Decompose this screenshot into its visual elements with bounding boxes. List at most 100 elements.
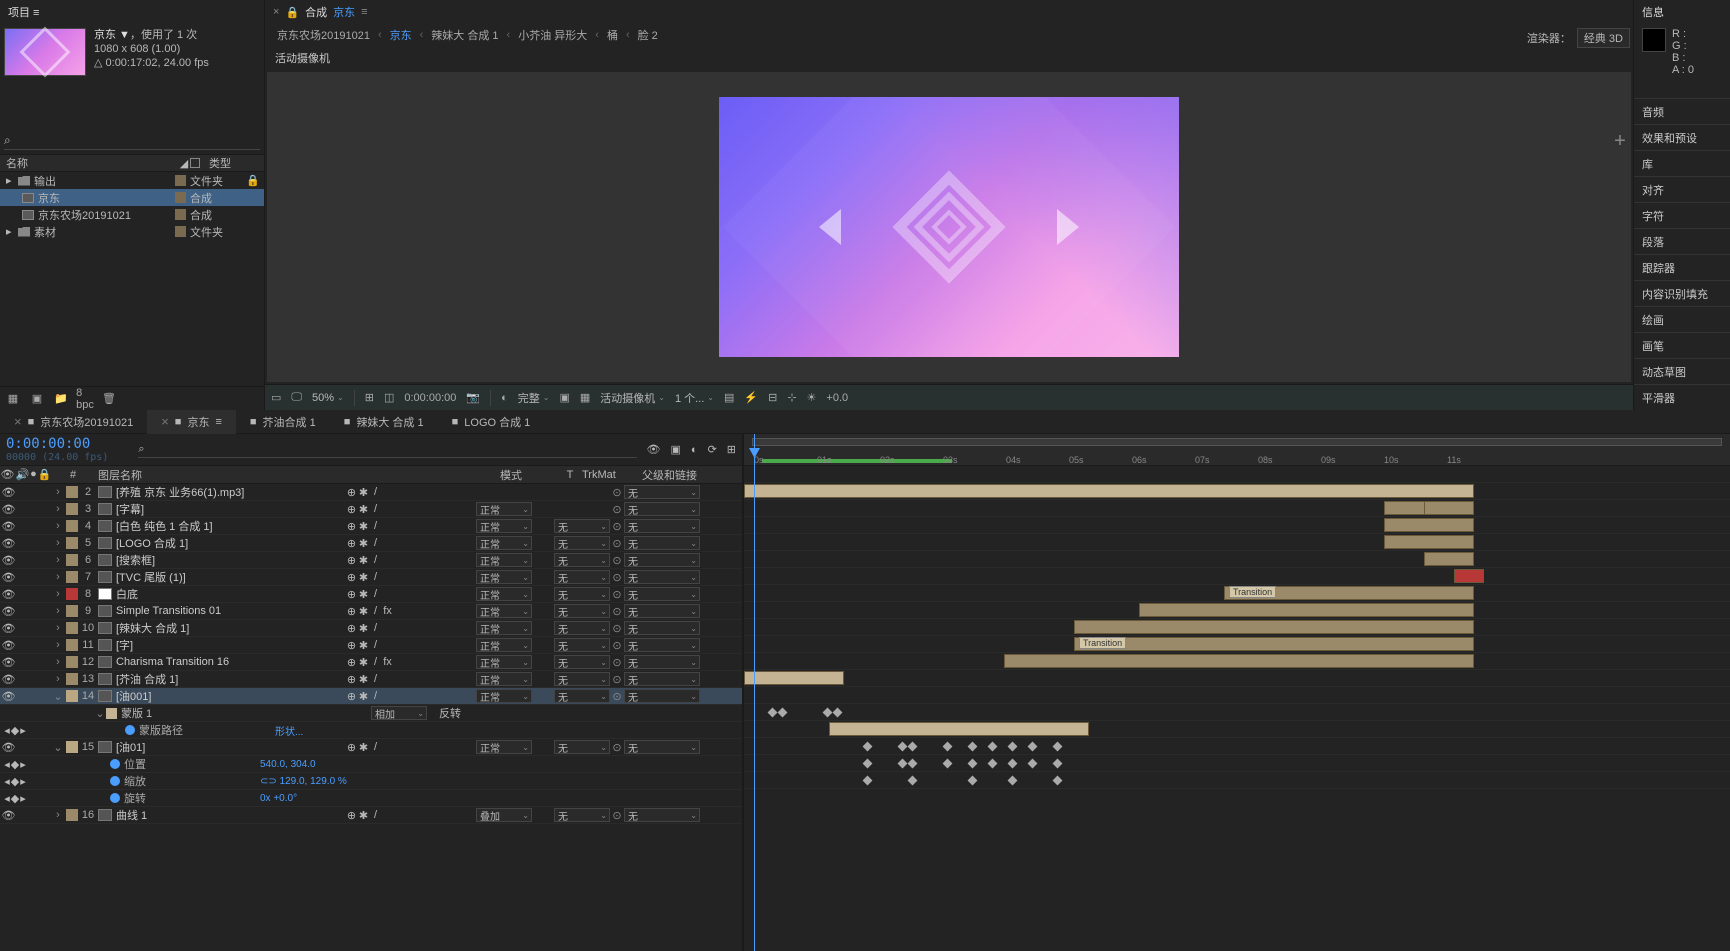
layer-row[interactable]: 👁›9Simple Transitions 01⊕✱/fx正常⌄无⌄⊙无⌄ — [0, 603, 742, 620]
mode-dropdown[interactable]: 正常⌄ — [476, 740, 532, 754]
parent-dropdown[interactable]: 无⌄ — [624, 604, 700, 618]
timeline-tab[interactable]: ■LOGO 合成 1 — [438, 410, 545, 434]
expand-icon[interactable]: › — [52, 622, 64, 634]
pickwhip-icon[interactable]: ⊙ — [610, 690, 624, 703]
layer-row[interactable]: 👁›13[芥油 合成 1]⊕✱/正常⌄无⌄⊙无⌄ — [0, 671, 742, 688]
layer-row[interactable]: 👁›8白底⊕✱/正常⌄无⌄⊙无⌄ — [0, 586, 742, 603]
layer-name[interactable]: [LOGO 合成 1] — [114, 535, 346, 551]
snapshot-icon[interactable]: 📷 — [466, 391, 480, 404]
layer-marker[interactable]: Transition — [1079, 637, 1126, 649]
mask-row[interactable]: ⌄蒙版 1相加⌄反转 — [0, 705, 742, 722]
property-row[interactable]: ◂◆▸旋转0x +0.0° — [0, 790, 742, 807]
layer-clip[interactable] — [1424, 501, 1474, 515]
timeline-tab[interactable]: ×■京东≡ — [147, 410, 236, 434]
project-search[interactable]: ⌕ — [4, 132, 260, 150]
mode-dropdown[interactable]: 正常⌄ — [476, 553, 532, 567]
pickwhip-icon[interactable]: ⊙ — [610, 503, 624, 516]
track[interactable] — [744, 483, 1730, 500]
lock-icon[interactable]: 🔒 — [38, 468, 52, 481]
transparency-icon[interactable]: ▦ — [580, 391, 590, 404]
trkmat-dropdown[interactable]: 无⌄ — [554, 553, 610, 567]
expand-icon[interactable]: › — [52, 503, 64, 515]
keyframe[interactable] — [943, 742, 953, 752]
parent-dropdown[interactable]: 无⌄ — [624, 621, 700, 635]
column-layer-name[interactable]: 图层名称 — [94, 467, 366, 483]
keyframe[interactable] — [778, 708, 788, 718]
property-row[interactable]: ◂◆▸位置540.0, 304.0 — [0, 756, 742, 773]
close-icon[interactable]: × — [273, 6, 279, 18]
breadcrumb-item[interactable]: 脸 2 — [638, 27, 658, 43]
trkmat-dropdown[interactable]: 无⌄ — [554, 536, 610, 550]
label-color[interactable] — [66, 554, 78, 566]
mode-dropdown[interactable]: 正常⌄ — [476, 672, 532, 686]
pickwhip-icon[interactable]: ⊙ — [610, 656, 624, 669]
pickwhip-icon[interactable]: ⊙ — [610, 554, 624, 567]
parent-dropdown[interactable]: 无⌄ — [624, 519, 700, 533]
project-tab[interactable]: 项目 ≡ — [0, 0, 264, 24]
exposure-icon[interactable]: ☀ — [807, 391, 817, 404]
expand-icon[interactable]: › — [52, 486, 64, 498]
expand-icon[interactable]: › — [52, 520, 64, 532]
trash-icon[interactable]: 🗑 — [102, 392, 116, 406]
mode-dropdown[interactable]: 正常⌄ — [476, 604, 532, 618]
layer-row[interactable]: 👁⌄14[油001]⊕✱/正常⌄无⌄⊙无⌄ — [0, 688, 742, 705]
track[interactable] — [744, 721, 1730, 738]
timeline-tab[interactable]: ■芥油合成 1 — [236, 410, 330, 434]
keyframe[interactable] — [1028, 759, 1038, 769]
expand-icon[interactable]: ⌄ — [52, 690, 64, 703]
label-color[interactable] — [66, 673, 78, 685]
label-color[interactable] — [66, 503, 78, 515]
panel-libraries[interactable]: 库 — [1634, 150, 1730, 176]
pickwhip-icon[interactable]: ⊙ — [610, 741, 624, 754]
layer-name[interactable]: 白底 — [114, 586, 346, 602]
layer-row[interactable]: 👁›7[TVC 尾版 (1)]⊕✱/正常⌄无⌄⊙无⌄ — [0, 569, 742, 586]
frame-blend-icon[interactable]: ◐ — [691, 444, 698, 456]
label-color[interactable] — [66, 486, 78, 498]
label-color[interactable] — [66, 571, 78, 583]
label-color[interactable] — [66, 520, 78, 532]
pickwhip-icon[interactable]: ⊙ — [610, 673, 624, 686]
project-thumbnail[interactable] — [4, 28, 86, 76]
project-item[interactable]: 京东 合成 — [0, 189, 264, 206]
parent-dropdown[interactable]: 无⌄ — [624, 638, 700, 652]
label-color[interactable] — [66, 809, 78, 821]
timeline-tab[interactable]: ■辣妹大 合成 1 — [330, 410, 438, 434]
expand-icon[interactable]: › — [52, 554, 64, 566]
column-parent[interactable]: 父级和链接 — [638, 467, 738, 483]
track[interactable] — [744, 619, 1730, 636]
roi-icon[interactable]: ▣ — [559, 391, 569, 404]
keyframe[interactable] — [863, 742, 873, 752]
column-name[interactable]: 名称 — [0, 155, 175, 171]
eye-icon[interactable]: 👁 — [2, 605, 12, 618]
layer-name[interactable]: Charisma Transition 16 — [114, 656, 346, 668]
panel-audio[interactable]: 音频 — [1634, 98, 1730, 124]
track[interactable]: Transition — [744, 636, 1730, 653]
label-color[interactable] — [66, 656, 78, 668]
pickwhip-icon[interactable]: ⊙ — [610, 639, 624, 652]
panel-motion-sketch[interactable]: 动态草图 — [1634, 358, 1730, 384]
keyframe[interactable] — [1008, 776, 1018, 786]
keyframe[interactable] — [898, 759, 908, 769]
panel-smoother[interactable]: 平滑器 — [1634, 384, 1730, 410]
pickwhip-icon[interactable]: ⊙ — [610, 486, 624, 499]
layer-name[interactable]: [搜索框] — [114, 552, 346, 568]
layer-row[interactable]: 👁›6[搜索框]⊕✱/正常⌄无⌄⊙无⌄ — [0, 552, 742, 569]
playhead[interactable] — [754, 434, 755, 951]
layer-clip[interactable] — [1074, 637, 1474, 651]
parent-dropdown[interactable]: 无⌄ — [624, 655, 700, 669]
layer-name[interactable]: [白色 纯色 1 合成 1] — [114, 518, 346, 534]
column-type[interactable]: 类型 — [205, 155, 264, 171]
mode-dropdown[interactable]: 正常⌄ — [476, 587, 532, 601]
parent-dropdown[interactable]: 无⌄ — [624, 672, 700, 686]
pickwhip-icon[interactable]: ⊙ — [610, 537, 624, 550]
layer-name[interactable]: [油01] — [114, 739, 346, 755]
layer-clip[interactable] — [1424, 552, 1474, 566]
eye-icon[interactable]: 👁 — [2, 673, 12, 686]
breadcrumb-item[interactable]: 京东农场20191021 — [277, 27, 370, 43]
expand-icon[interactable]: › — [52, 673, 64, 685]
info-panel-title[interactable]: 信息 — [1634, 0, 1730, 24]
breadcrumb-item[interactable]: 京东 — [390, 27, 412, 43]
new-folder-icon[interactable]: 📁 — [54, 392, 68, 406]
views-dropdown[interactable]: 1 个... ⌄ — [675, 390, 714, 406]
solo-icon[interactable]: ● — [30, 468, 37, 481]
